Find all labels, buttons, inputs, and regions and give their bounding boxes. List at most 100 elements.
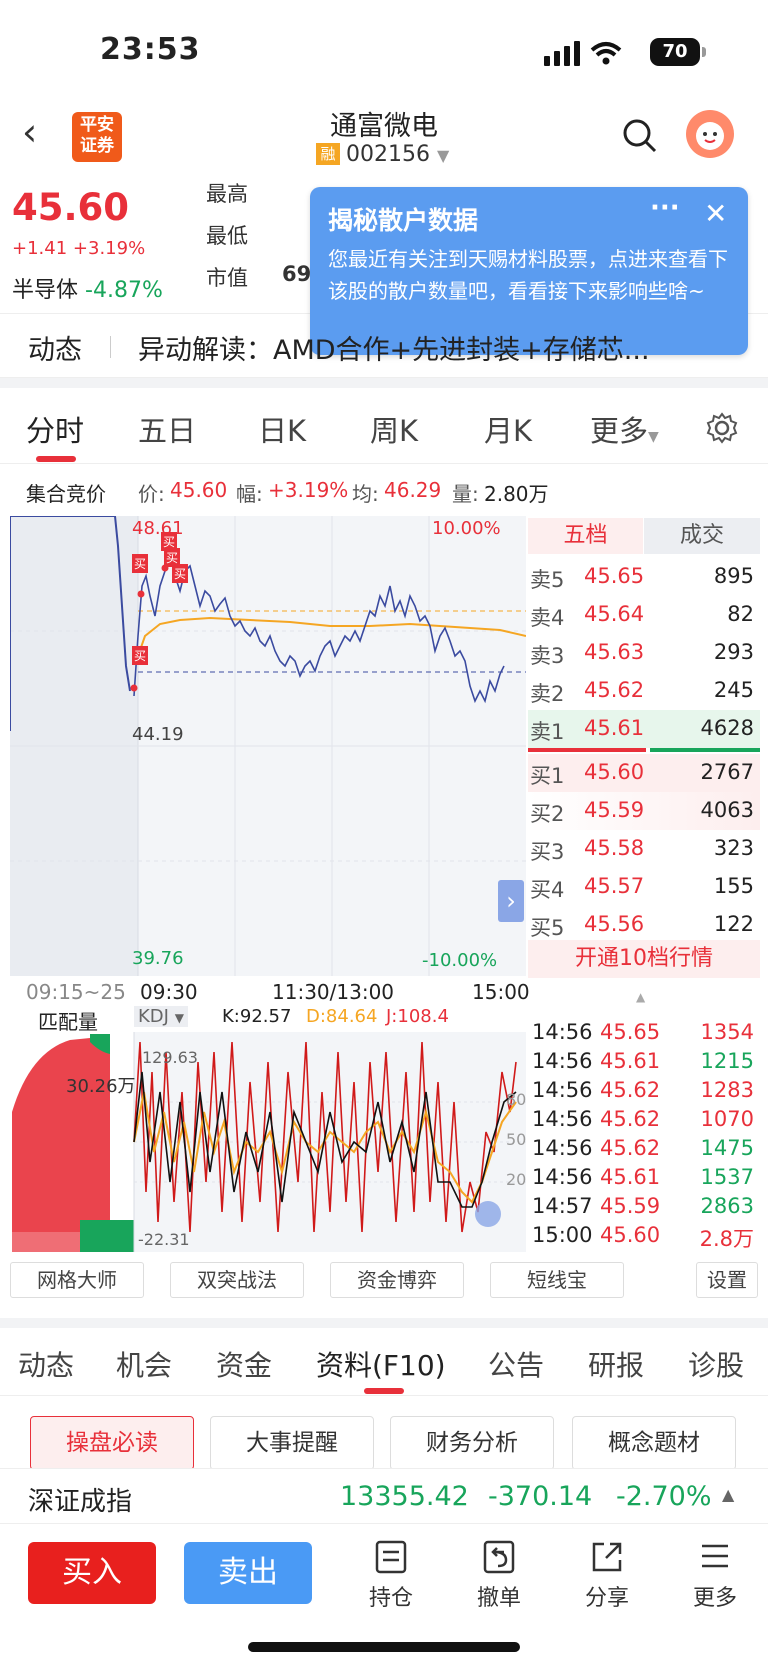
holdings-button[interactable]: 持仓: [356, 1540, 426, 1612]
kdj-axis-top: 129.63: [142, 1048, 198, 1067]
tool-bar: 网格大师 双突战法 资金博弈 短线宝 设置: [0, 1262, 768, 1306]
tab-five-level[interactable]: 五档: [528, 518, 643, 554]
tab-funds[interactable]: 资金: [216, 1344, 272, 1384]
back-icon[interactable]: ‹: [22, 112, 37, 152]
tool-grid-master[interactable]: 网格大师: [10, 1262, 144, 1298]
order-book: 五档 成交 卖5 45.65 895 卖4 45.64 82 卖3 45.63 293 卖2…: [528, 518, 760, 978]
trade-row: 14:56 45.61 1537: [532, 1165, 754, 1189]
popup-body: 您最近有关注到天赐材料股票，点进来查看下该股的散户数量吧，看看接下来影响些啥~: [328, 247, 728, 303]
bid-row[interactable]: 买2 45.59 4063: [528, 792, 760, 830]
buy-marker: 买: [132, 554, 149, 573]
chevron-down-icon: ▼: [648, 429, 659, 445]
match-volume-tab[interactable]: 匹配量: [38, 1006, 98, 1035]
price-label: 价:: [138, 482, 165, 506]
tool-settings[interactable]: 设置: [696, 1262, 758, 1298]
time-axis: 09:15~25 09:30 11:30/13:00 15:00: [10, 978, 530, 1006]
ask-row[interactable]: 卖1 45.61 4628: [528, 710, 760, 748]
ask-row[interactable]: 卖4 45.64 82: [528, 596, 760, 634]
divider: [110, 336, 111, 358]
tab-opportunity[interactable]: 机会: [116, 1344, 172, 1384]
tab-research[interactable]: 研报: [588, 1344, 644, 1384]
signal-wifi-icon: [544, 41, 622, 66]
tab-daily-k[interactable]: 日K: [258, 408, 306, 450]
tab-weekly-k[interactable]: 周K: [370, 408, 418, 450]
time-open: 09:30: [140, 980, 198, 1004]
news-headline[interactable]: 异动解读：AMD合作+先进封装+存储芯...: [138, 328, 738, 367]
status-time: 23:53: [100, 32, 201, 67]
pct-axis-bottom: -10.00%: [422, 950, 498, 971]
subtab-concepts[interactable]: 概念题材: [572, 1416, 736, 1470]
subtab-events[interactable]: 大事提醒: [210, 1416, 374, 1470]
tab-trades[interactable]: 成交: [644, 518, 760, 554]
auction-label: 集合竞价: [26, 482, 106, 506]
close-icon[interactable]: ✕: [704, 197, 727, 230]
sell-button[interactable]: 卖出: [184, 1542, 312, 1604]
intraday-chart[interactable]: 48.61 44.19 39.76 10.00% -10.00% 买 买 买 买…: [10, 516, 526, 976]
indicator-select[interactable]: KDJ ▼: [134, 1006, 188, 1027]
expand-arrow-icon[interactable]: ›: [498, 880, 524, 922]
gear-icon[interactable]: [706, 412, 738, 444]
subtab-must-read[interactable]: 操盘必读: [30, 1416, 194, 1470]
broker-logo: 平安 证券: [72, 112, 122, 162]
info-price: 45.60: [170, 478, 228, 502]
tool-short-term[interactable]: 短线宝: [490, 1262, 624, 1298]
more-icon[interactable]: ···: [650, 193, 680, 223]
info-vol: 2.80万: [484, 482, 549, 506]
bid-row[interactable]: 买3 45.58 323: [528, 830, 760, 868]
tab-monthly-k[interactable]: 月K: [484, 408, 532, 450]
index-value: 13355.42: [340, 1481, 469, 1512]
avg-label: 均:: [352, 482, 379, 506]
stock-code-text: 002156: [346, 142, 430, 167]
tool-double-breakout[interactable]: 双突战法: [170, 1262, 304, 1298]
divider: [0, 1318, 768, 1328]
tab-news[interactable]: 动态: [18, 1344, 74, 1384]
kdj-chart[interactable]: 129.63 30.26万 -22.31 80 50 20: [10, 1032, 526, 1252]
avatar-icon: [696, 122, 724, 150]
kdj-level-80: 80: [506, 1090, 527, 1109]
tab-f10[interactable]: 资料(F10): [316, 1344, 446, 1384]
tool-fund-game[interactable]: 资金博弈: [330, 1262, 464, 1298]
index-change: -370.14: [488, 1481, 593, 1512]
buy-marker: 买: [132, 646, 149, 665]
kdj-k: K:92.57: [222, 1006, 292, 1027]
share-button[interactable]: 分享: [572, 1540, 642, 1612]
bid-row[interactable]: 买4 45.57 155: [528, 868, 760, 906]
more-button[interactable]: 更多: [680, 1540, 750, 1612]
amp-label: 幅:: [236, 482, 263, 506]
tab-diagnosis[interactable]: 诊股: [688, 1344, 744, 1384]
index-name: 深证成指: [28, 1487, 133, 1517]
battery-icon: 70: [650, 38, 706, 66]
chevron-up-icon[interactable]: ▲: [722, 1485, 734, 1504]
stock-code[interactable]: 融 002156 ▼: [316, 142, 449, 167]
tab-5day[interactable]: 五日: [138, 408, 196, 450]
cancel-order-button[interactable]: 撤单: [464, 1540, 534, 1612]
search-icon[interactable]: [622, 118, 658, 154]
ask-row[interactable]: 卖3 45.63 293: [528, 634, 760, 672]
subtab-financials[interactable]: 财务分析: [390, 1416, 554, 1470]
news-bar[interactable]: 动态 异动解读：AMD合作+先进封装+存储芯...: [0, 316, 768, 378]
chevron-up-icon[interactable]: ▲: [636, 990, 645, 1004]
buy-button[interactable]: 买入: [28, 1542, 156, 1604]
ask-row[interactable]: 卖5 45.65 895: [528, 558, 760, 596]
market-cap-value: 69: [282, 262, 312, 286]
avatar[interactable]: [686, 110, 734, 158]
bid-row[interactable]: 买1 45.60 2767: [528, 754, 760, 792]
ask-row[interactable]: 卖2 45.62 245: [528, 672, 760, 710]
trade-row: 14:56 45.62 1070: [532, 1107, 754, 1131]
chart-tabs: 分时 五日 日K 周K 月K 更多▼: [0, 388, 768, 464]
sector-change[interactable]: 半导体 -4.87%: [12, 272, 163, 304]
tab-intraday[interactable]: 分时: [26, 408, 84, 450]
cancel-order-icon: [483, 1540, 515, 1574]
tab-announcement[interactable]: 公告: [488, 1344, 544, 1384]
trade-row: 14:56 45.62 1283: [532, 1078, 754, 1102]
buy-marker: 买: [172, 564, 189, 583]
index-ticker[interactable]: 深证成指 13355.42 -370.14 -2.70% ▲: [0, 1468, 768, 1524]
upgrade-level10-button[interactable]: 开通10档行情: [528, 940, 760, 978]
trade-row: 15:00 45.60 2.8万: [532, 1223, 754, 1251]
bid-row[interactable]: 买5 45.56 122: [528, 906, 760, 944]
margin-badge: 融: [316, 143, 340, 165]
popup-title: 揭秘散户数据: [328, 206, 479, 235]
trade-list: ▲ 14:56 45.65 1354 14:56 45.61 1215 14:56 45.…: [528, 990, 760, 1260]
tab-more[interactable]: 更多▼: [590, 408, 659, 450]
label-low: 最低: [206, 224, 248, 248]
